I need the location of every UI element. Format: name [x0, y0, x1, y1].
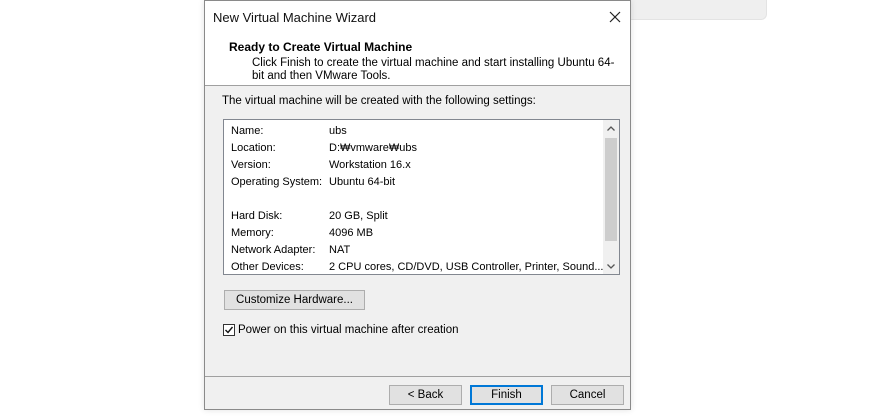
setting-value: Workstation 16.x [329, 159, 411, 171]
scrollbar-thumb[interactable] [605, 138, 617, 241]
setting-value: 4096 MB [329, 227, 374, 239]
settings-intro: The virtual machine will be created with… [222, 95, 536, 107]
setting-key: Other Devices: [231, 261, 304, 273]
setting-value: D:₩vmware₩ubs [329, 142, 418, 154]
setting-key: Operating System: [231, 176, 323, 188]
vertical-scrollbar[interactable] [603, 120, 619, 274]
close-button[interactable] [600, 1, 630, 33]
close-icon [609, 11, 621, 23]
setting-key: Network Adapter: [231, 244, 316, 256]
setting-key: Location: [231, 142, 276, 154]
back-button[interactable]: < Back [389, 385, 462, 405]
new-vm-wizard-dialog: New Virtual Machine Wizard Ready to Crea… [204, 0, 631, 410]
wizard-body: The virtual machine will be created with… [205, 86, 630, 376]
power-on-option[interactable]: Power on this virtual machine after crea… [223, 324, 459, 336]
scroll-up-button[interactable] [603, 120, 619, 136]
setting-key: Memory: [231, 227, 274, 239]
settings-summary-box[interactable]: Name: ubs Location: D:₩vmware₩ubs Versio… [223, 119, 620, 275]
background-window [630, 0, 767, 20]
setting-value: 2 CPU cores, CD/DVD, USB Controller, Pri… [329, 261, 604, 273]
wizard-header: Ready to Create Virtual Machine Click Fi… [205, 33, 630, 86]
setting-key: Hard Disk: [231, 210, 283, 222]
customize-hardware-button[interactable]: Customize Hardware... [224, 290, 365, 310]
setting-value: NAT [329, 244, 351, 256]
title-bar: New Virtual Machine Wizard [205, 1, 630, 33]
chevron-up-icon [607, 125, 615, 131]
chevron-down-icon [607, 263, 615, 269]
power-on-label: Power on this virtual machine after crea… [238, 324, 459, 336]
dialog-title: New Virtual Machine Wizard [213, 10, 377, 25]
cancel-button[interactable]: Cancel [551, 385, 624, 405]
header-description: Click Finish to create the virtual machi… [252, 57, 615, 82]
power-on-checkbox[interactable] [223, 324, 235, 336]
finish-button[interactable]: Finish [470, 385, 543, 405]
setting-value: ubs [329, 125, 347, 137]
setting-value: 20 GB, Split [329, 210, 388, 222]
wizard-footer: < Back Finish Cancel [205, 376, 630, 409]
setting-key: Name: [231, 125, 264, 137]
header-title: Ready to Create Virtual Machine [229, 40, 413, 54]
setting-key: Version: [231, 159, 271, 171]
setting-value: Ubuntu 64-bit [329, 176, 396, 188]
checkmark-icon [225, 326, 234, 334]
scroll-down-button[interactable] [603, 258, 619, 274]
